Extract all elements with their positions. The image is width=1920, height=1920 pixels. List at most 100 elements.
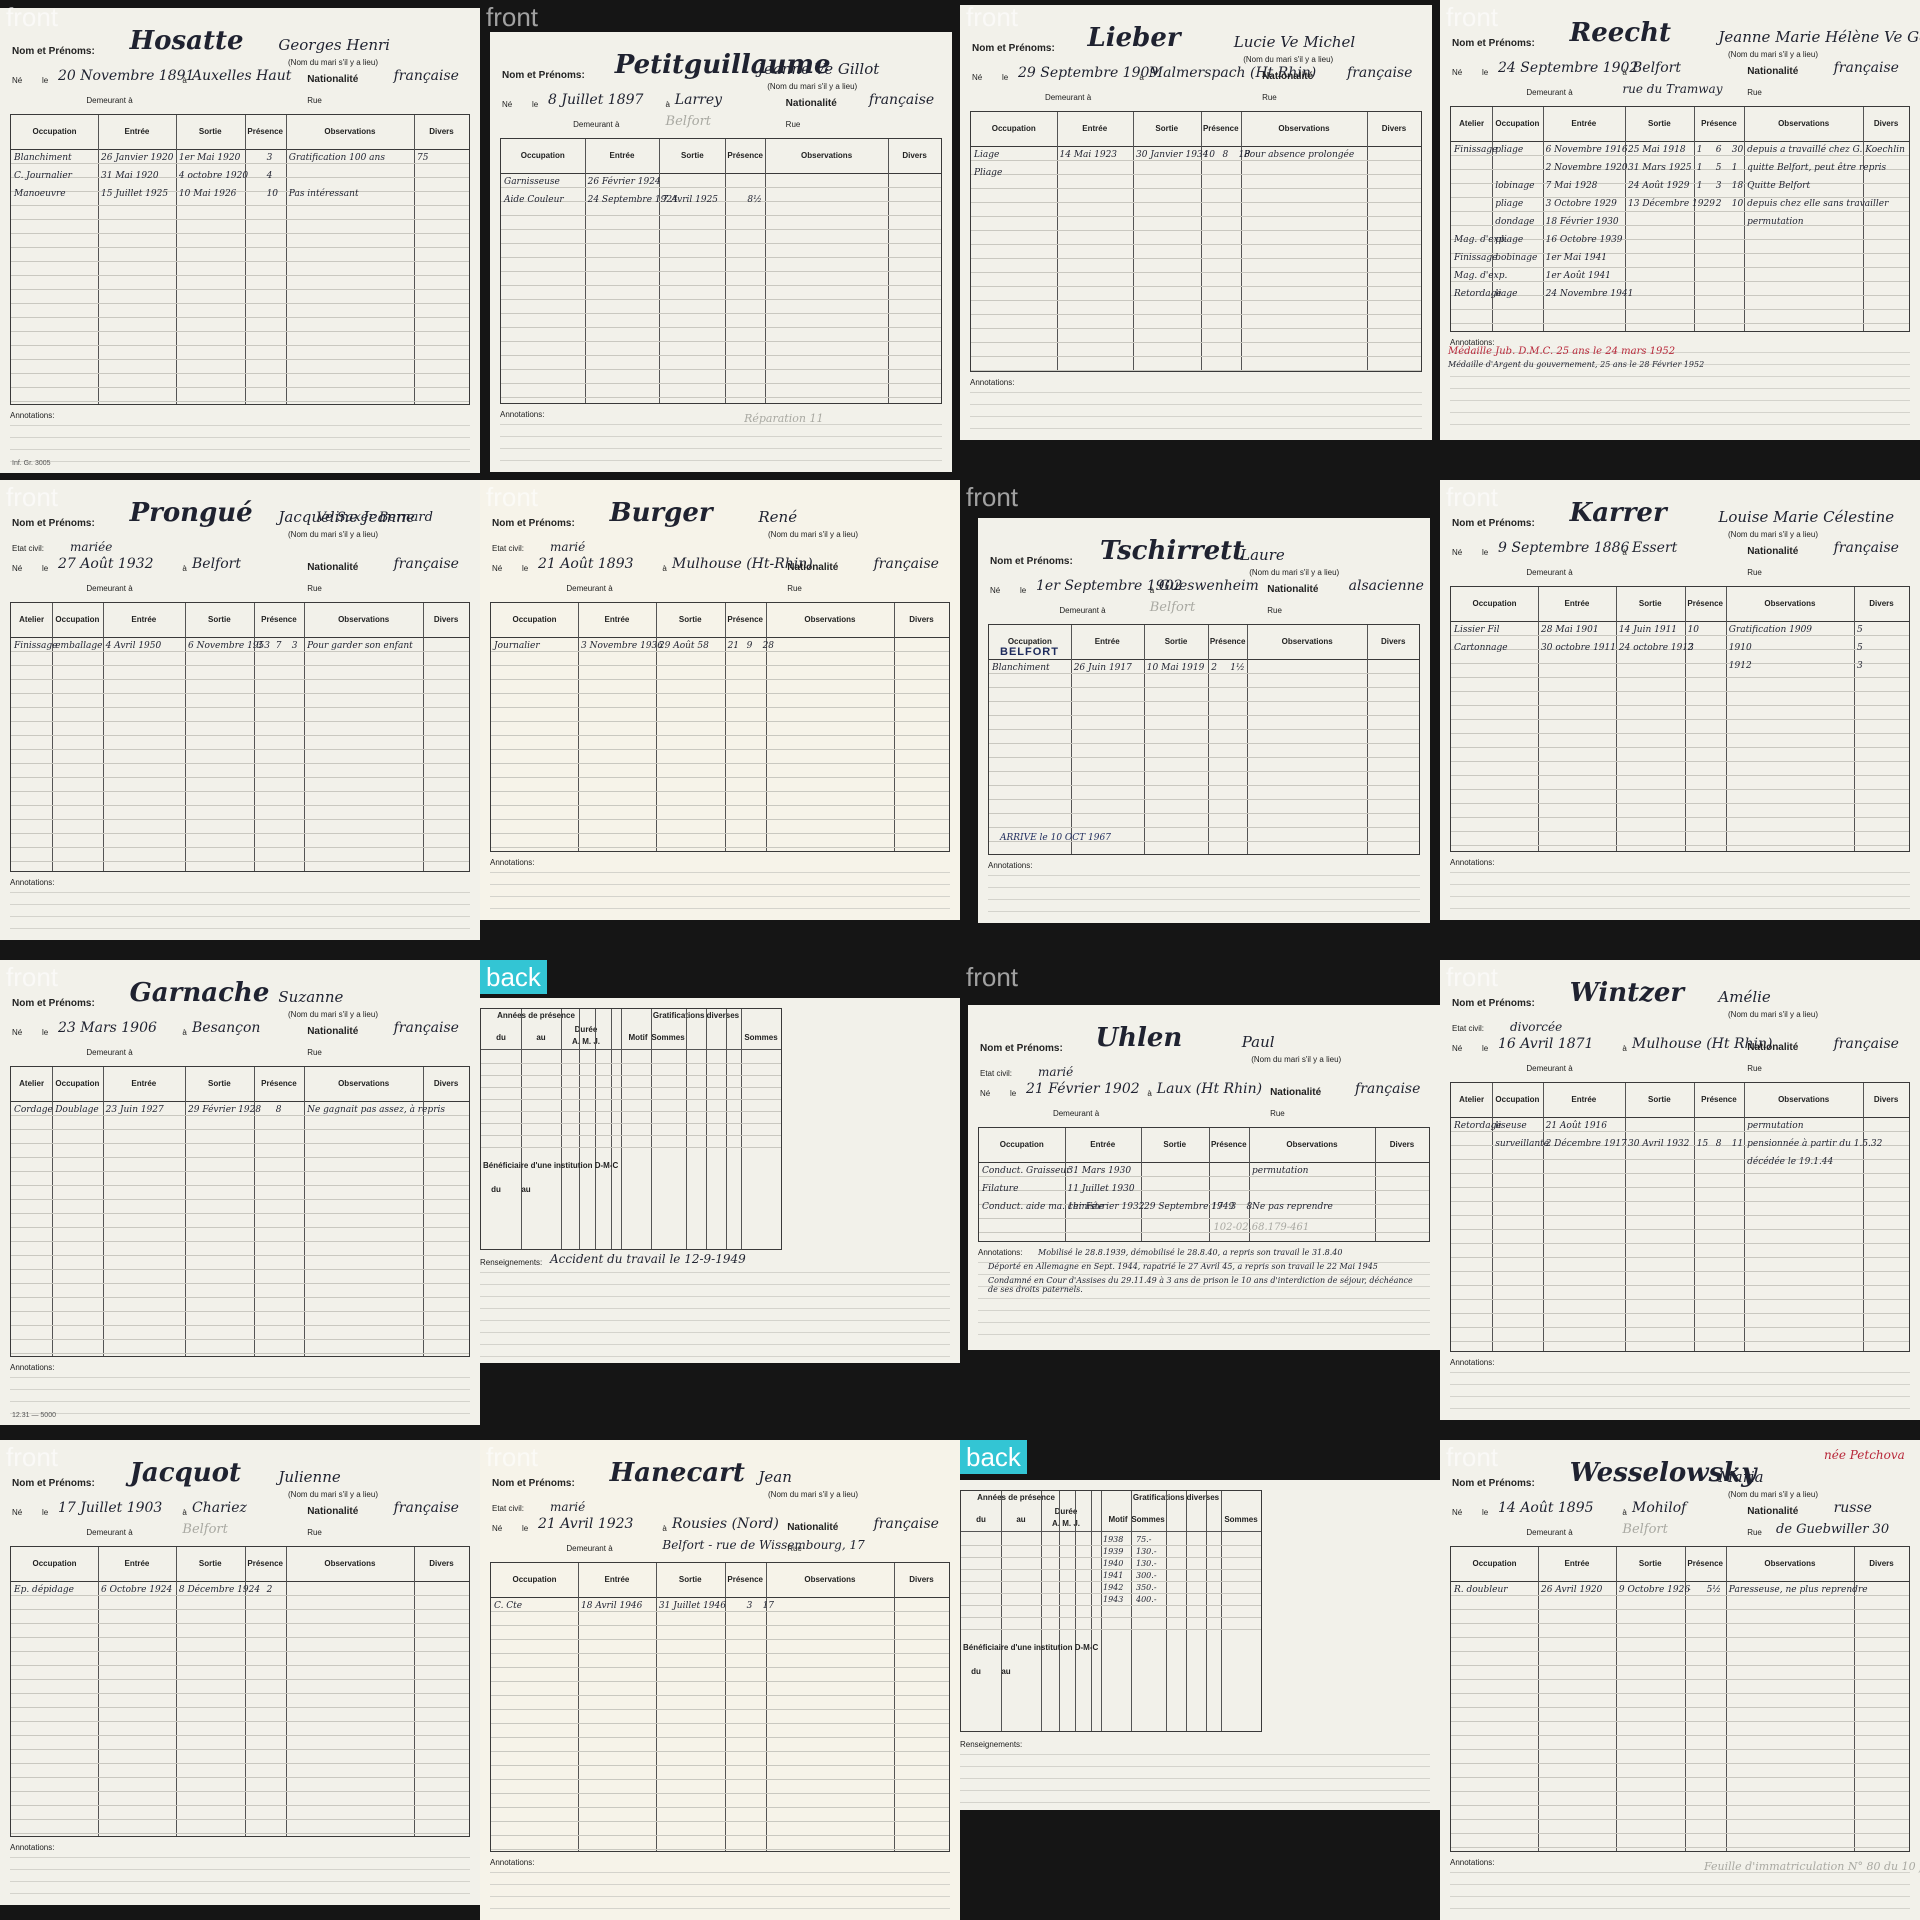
annotation-rule [10, 916, 470, 917]
cell-in: 6 Novembre 1916 [1545, 145, 1628, 155]
nationality-label: Nationalité [307, 1026, 359, 1037]
header-entree: Entrée [1090, 1140, 1116, 1149]
gratification-year: 1942 [1103, 1583, 1124, 1592]
table-rule [1451, 1735, 1909, 1736]
table-rule [11, 1311, 469, 1312]
husband-name-note: (Nom du mari s'il y a lieu) [1243, 55, 1334, 64]
nationality: française [393, 68, 459, 84]
table-rule [491, 1779, 949, 1780]
front-tag: front [1446, 482, 1499, 512]
table-rule [491, 749, 949, 750]
cell-j: 17 [762, 1601, 775, 1611]
annotations-label: Annotations: [970, 378, 1015, 387]
table-rule [491, 1667, 949, 1668]
nationality-label: Nationalité [1267, 584, 1319, 595]
cell-div: 75 [417, 153, 429, 163]
street-label: Rue [307, 96, 322, 105]
cell-occ: Cartonnage [1454, 643, 1508, 653]
table-rule [11, 1609, 469, 1610]
table-rule [961, 1629, 1261, 1630]
header-entree: Entrée [131, 615, 157, 624]
annotation-line: Condamné en Cour d'Assises du 29.11.49 à… [988, 1276, 1413, 1294]
front-tag: front [6, 2, 59, 32]
street-label: Rue [307, 1528, 322, 1537]
employment-table: Occupation Entrée Sortie Présence Observatio… [10, 1546, 470, 1837]
residence-label: Demeurant à [1526, 1528, 1573, 1537]
cell-obs: depuis chez elle sans travailler [1747, 199, 1889, 209]
cell-m: 6 [1715, 145, 1722, 155]
table-rule [989, 771, 1419, 772]
cell-occ: Filature [982, 1184, 1019, 1194]
record-card: Nom et Prénoms: Lieber Lucie Ve Michel (Nom… [960, 5, 1432, 440]
table-rule [11, 1115, 469, 1116]
born-label: Né [980, 1089, 991, 1098]
cell-m: 9 [746, 641, 753, 651]
table-rule [491, 1751, 949, 1752]
annotation-rule [10, 1881, 470, 1882]
cell-in: 3 Octobre 1929 [1545, 199, 1617, 209]
civil-status: marié [550, 1500, 586, 1514]
birth-a-label: à [1149, 586, 1155, 595]
street-label: Rue [785, 120, 801, 129]
table-rule [11, 1763, 469, 1764]
header-entree: Entrée [1564, 1559, 1590, 1568]
header-sortie: Sortie [1638, 1559, 1662, 1568]
table-rule [979, 1190, 1429, 1191]
annotations-label: Annotations: [1450, 858, 1495, 867]
header-divers: Divers [433, 615, 459, 624]
table-rule [1451, 663, 1909, 664]
table-column-rule [1693, 107, 1695, 331]
table-column-rule [1863, 1083, 1865, 1351]
nationality: française [393, 1500, 459, 1516]
nom-prenoms-label: Nom et Prénoms: [972, 43, 1055, 54]
cell-in: 31 Mai 1920 [101, 171, 159, 181]
cell-in: 3 Novembre 1936 [581, 641, 663, 651]
cell-in: 6 Octobre 1924 [101, 1585, 173, 1595]
cell-obs: Paresseuse, ne plus reprendre [1728, 1585, 1868, 1595]
header-occupation: Occupation [55, 1079, 100, 1088]
header-sortie: Sortie [208, 615, 231, 624]
cell-occ: Doublage [55, 1105, 99, 1115]
annotation-rule [960, 1754, 1430, 1755]
table-rule [491, 1625, 949, 1626]
gratification-year: 1938 [1103, 1535, 1124, 1544]
header-occupation: Occupation [55, 615, 100, 624]
surname: Lieber [1087, 23, 1181, 53]
birth-a-label: à [662, 564, 667, 573]
annotation-line: Déporté en Allemagne en Sept. 1944, rapa… [988, 1262, 1378, 1271]
annotation-rule [490, 908, 950, 909]
table-rule [501, 369, 941, 370]
nationality-label: Nationalité [1262, 71, 1314, 82]
table-rule [961, 1557, 1261, 1558]
surname: Burger [609, 498, 713, 528]
table-rule [1451, 1229, 1909, 1230]
annotation-rule [480, 1356, 950, 1357]
born-label: Né [972, 73, 983, 82]
residence-label: Demeurant à [1052, 1109, 1100, 1118]
residence-label: Demeurant à [1526, 568, 1573, 577]
table-rule [491, 1793, 949, 1794]
cell-obs: Pour garder son enfant [307, 641, 413, 651]
table-rule [1451, 719, 1909, 720]
annotation-rule [1450, 388, 1910, 389]
given-names: Jeanne Marie Hélène Ve Gessot [1718, 28, 1920, 46]
header-occupation: Occupation [32, 127, 77, 136]
gratification-amount: 130.- [1136, 1559, 1157, 1568]
table-column-rule [1208, 625, 1210, 854]
table-rule [1451, 1679, 1909, 1680]
surname: Reecht [1569, 18, 1672, 48]
cell-in: 31 Mars 1930 [1067, 1166, 1132, 1176]
table-rule [491, 1821, 949, 1822]
residence-label: Demeurant à [1526, 1064, 1573, 1073]
annotation-rule [500, 448, 942, 449]
surname: Tschirrett [1100, 536, 1245, 566]
header-motif: Motif [1108, 1515, 1128, 1524]
header-entree: Entrée [131, 1079, 157, 1088]
cell-out: 30 Janvier 1934 [1136, 150, 1209, 160]
header-presence: Présence [727, 151, 763, 160]
header-divers: Divers [909, 1575, 934, 1584]
cell-a: 21 [727, 641, 740, 651]
table-rule [961, 1605, 1261, 1606]
table-column-rule [1075, 1491, 1076, 1731]
header-divers: Divers [1380, 637, 1406, 646]
